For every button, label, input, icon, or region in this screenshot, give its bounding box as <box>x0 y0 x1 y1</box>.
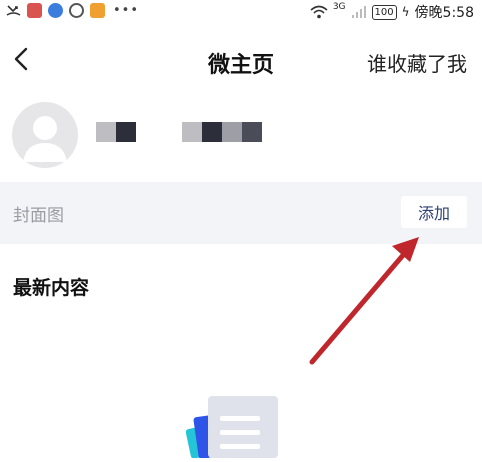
cover-image-row: 封面图 添加 <box>0 182 482 244</box>
profile-section <box>0 98 482 170</box>
who-favorited-me-link[interactable]: 谁收藏了我 <box>367 48 467 77</box>
browser-notification-icon <box>48 3 63 18</box>
app-notification-icon <box>27 3 42 18</box>
settings-notification-icon <box>69 3 84 18</box>
more-notifications-icon: ••• <box>113 3 140 18</box>
status-bar: ••• 3G 100 ϟ 傍晚5:58 <box>0 0 482 24</box>
status-bar-right: 3G 100 ϟ 傍晚5:58 <box>310 2 474 22</box>
status-bar-left: ••• <box>6 3 139 18</box>
default-user-icon <box>23 116 67 162</box>
header: 微主页 谁收藏了我 <box>0 30 482 90</box>
add-cover-button[interactable]: 添加 <box>401 196 467 228</box>
wifi-icon <box>310 5 328 19</box>
signal-icon <box>351 6 366 18</box>
missed-call-icon <box>6 5 21 16</box>
latest-content-heading: 最新内容 <box>13 277 90 299</box>
app-notification-icon-2 <box>90 3 105 18</box>
avatar[interactable] <box>12 102 78 168</box>
charging-icon: ϟ <box>401 5 410 19</box>
pixelated-user-info <box>182 122 262 142</box>
document-stack-icon <box>185 396 278 459</box>
status-time: 傍晚5:58 <box>414 5 474 21</box>
pixelated-username <box>96 122 136 142</box>
battery-icon: 100 <box>371 4 397 20</box>
empty-content-illustration <box>185 392 286 459</box>
cover-image-label: 封面图 <box>13 206 64 226</box>
network-type: 3G <box>332 2 346 12</box>
